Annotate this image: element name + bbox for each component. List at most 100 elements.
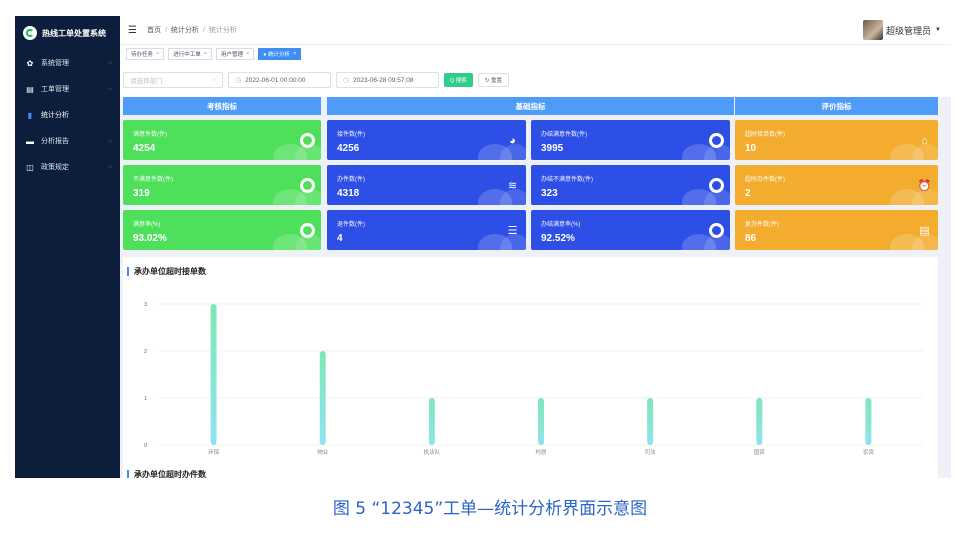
card-label: 办结满意率(%) (541, 222, 581, 228)
book-icon: ◫ (26, 162, 34, 172)
y-tick-label: 3 (144, 302, 147, 308)
close-icon[interactable]: × (204, 51, 207, 57)
home-clock-icon: ⌂ (921, 134, 928, 147)
section-eval: 评价指标 (735, 97, 938, 115)
sidebar-item-label: 统计分析 (41, 112, 69, 119)
tag-todo[interactable]: 待办任务 × (126, 48, 165, 60)
card-label: 超时办件数(件) (745, 177, 785, 183)
tag-user-management[interactable]: 用户管理 × (215, 48, 255, 60)
card-value: 86 (745, 233, 757, 244)
chevron-down-icon: ⌵ (107, 85, 112, 92)
sidebar-item-label: 工单管理 (41, 86, 69, 93)
card-handled-count: 办件数(件) 4318 ≋ (327, 165, 526, 205)
card-value: 93.02% (133, 233, 167, 244)
card-value: 4318 (337, 188, 360, 199)
chart-bar[interactable] (428, 398, 435, 445)
department-select[interactable]: 请选择部门 ⌵ (123, 72, 223, 88)
tag-label: ● 统计分析 (263, 52, 291, 58)
end-time-picker[interactable]: ◷ 2023-06-28 09:57:08 (336, 72, 439, 88)
menu-toggle-icon[interactable]: ☰ (128, 25, 137, 36)
x-tick-label: 执法队 (424, 448, 441, 456)
card-label: 办结满意件数(件) (541, 132, 587, 138)
card-label: 满意率(%) (133, 222, 161, 228)
card-value: 319 (133, 188, 150, 199)
sidebar-item-workorder[interactable]: ▤ 工单管理 ⌵ (15, 76, 120, 102)
card-value: 2 (745, 188, 751, 199)
section-basic: 基础指标 (327, 97, 734, 115)
card-label: 退件数(件) (337, 222, 365, 228)
sidebar: 热线工单处置系统 ✿ 系统管理 ⌵ ▤ 工单管理 ⌵ ▮ 统计分析 ▬ 分析报告… (15, 16, 120, 478)
tag-statistics[interactable]: ● 统计分析 × (258, 48, 302, 60)
logo-icon (23, 26, 37, 40)
y-tick-label: 2 (144, 349, 147, 355)
card-value: 4256 (337, 143, 360, 154)
section-assess: 考核指标 (123, 97, 321, 115)
y-tick-label: 0 (144, 443, 147, 449)
y-tick-label: 1 (144, 396, 147, 402)
x-tick-label: 农资 (863, 448, 875, 456)
app-title: 热线工单处置系统 (42, 28, 106, 38)
chart-bar[interactable] (319, 351, 326, 445)
card-label: 办件数(件) (337, 177, 365, 183)
sidebar-item-report[interactable]: ▬ 分析报告 ⌵ (15, 128, 120, 154)
card-label: 不满意件数(件) (133, 177, 173, 183)
breadcrumb-item[interactable]: 统计分析 (171, 27, 199, 34)
thumbs-down-icon (709, 178, 724, 193)
figure-caption: 图 5 “12345”工单—统计分析界面示意图 (332, 499, 648, 519)
chevron-down-icon: ⌵ (107, 59, 112, 66)
alarm-clock-icon: ⏰ (917, 180, 932, 192)
chart-bar[interactable] (647, 398, 654, 445)
chevron-down-icon: ⌵ (211, 76, 216, 83)
close-icon[interactable]: × (246, 51, 249, 57)
thumbs-down-icon (300, 178, 315, 193)
start-time-value: 2022-06-01 00:00:00 (245, 76, 306, 84)
avatar (863, 20, 884, 40)
chevron-down-icon: ⌵ (107, 163, 112, 170)
close-icon[interactable]: × (156, 51, 159, 57)
search-button[interactable]: Q 搜索 (444, 73, 473, 87)
clock-icon: ◷ (235, 77, 242, 84)
breadcrumb-home[interactable]: 首页 (147, 27, 161, 34)
chart-bar[interactable] (756, 398, 763, 445)
tag-inprogress[interactable]: 进行中工单 × (168, 48, 212, 60)
card-value: 3995 (541, 143, 564, 154)
start-time-picker[interactable]: ◷ 2022-06-01 00:00:00 (228, 72, 331, 88)
card-value: 10 (745, 143, 757, 154)
sidebar-item-label: 政策规定 (41, 164, 69, 171)
card-returned-count: 退件数(件) 4 ☰ (327, 210, 526, 250)
next-section-title: 承办单位超时办件数 (127, 470, 206, 478)
sidebar-item-policy[interactable]: ◫ 政策规定 ⌵ (15, 154, 120, 180)
chart-bar[interactable] (210, 304, 217, 445)
card-label: 满意件数(件) (133, 132, 167, 138)
card-value: 92.52% (541, 233, 575, 244)
caret-down-icon: ▼ (935, 27, 941, 33)
reset-button[interactable]: ↻ 重置 (477, 73, 509, 87)
x-tick-label: 司法 (645, 448, 657, 456)
end-time-value: 2023-06-28 09:57:08 (353, 76, 414, 84)
card-label: 办结不满意件数(件) (541, 177, 593, 183)
card-value: 323 (541, 188, 558, 199)
x-tick-label: 国资 (754, 448, 766, 456)
x-tick-label: 物业 (317, 448, 329, 456)
sidebar-item-statistics[interactable]: ▮ 统计分析 (15, 102, 120, 128)
card-closed-unsatisfied-count: 办结不满意件数(件) 323 (531, 165, 730, 205)
department-placeholder: 请选择部门 (130, 78, 163, 85)
overdue-accept-chart-panel: 承办单位超时接单数 0 1 2 3 环保 物业 执法队 村居 司法 国资 农资 承办单位超时办件数 (123, 257, 938, 478)
close-icon[interactable]: × (293, 51, 296, 57)
user-menu[interactable]: 超级管理员 ▼ (863, 20, 941, 40)
folder-icon: ▬ (26, 136, 34, 146)
card-overdue-handle-count: 超时办件数(件) 2 ⏰ (735, 165, 938, 205)
server-icon: ☰ (507, 225, 518, 237)
chevron-down-icon: ⌵ (107, 137, 112, 144)
top-header: ☰ 首页 / 统计分析 / 统计分析 超级管理员 ▼ (120, 16, 951, 44)
sidebar-item-system[interactable]: ✿ 系统管理 ⌵ (15, 50, 120, 76)
bar-chart: 0 1 2 3 环保 物业 执法队 村居 司法 国资 农资 (144, 302, 923, 456)
chart-bar[interactable] (865, 398, 872, 445)
chart-bar[interactable] (538, 398, 544, 445)
bar-chart-icon: ▮ (27, 110, 33, 120)
clipboard-icon: ▤ (919, 225, 930, 237)
tag-label: 待办任务 (131, 52, 154, 58)
user-name: 超级管理员 (886, 25, 932, 36)
card-label: 复办件数(件) (745, 222, 779, 228)
thumbs-up-icon (709, 133, 724, 148)
